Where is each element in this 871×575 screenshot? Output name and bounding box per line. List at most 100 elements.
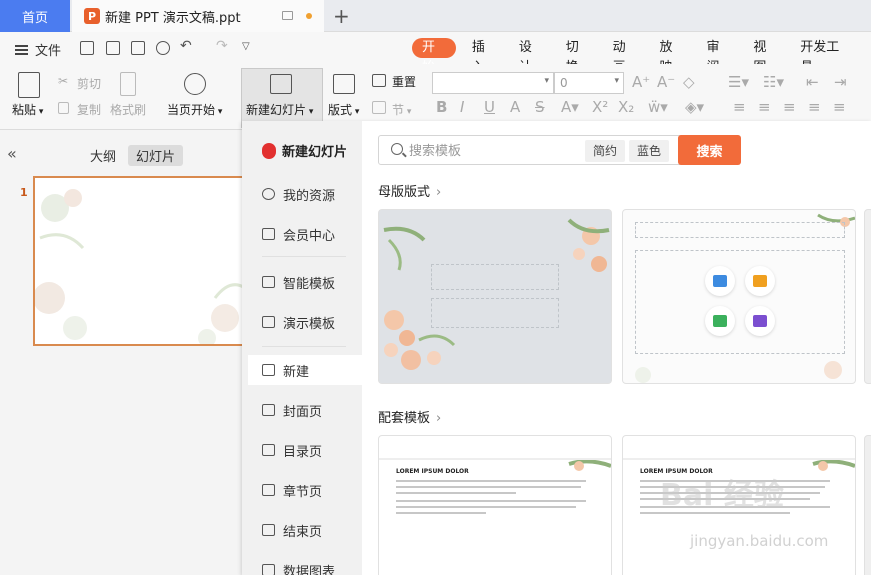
align-right-icon[interactable]: ≡ xyxy=(783,98,796,116)
underline-icon[interactable]: U xyxy=(484,98,495,116)
divider xyxy=(262,256,346,257)
category-new[interactable]: 新建 xyxy=(248,355,362,385)
filter-chip-simple[interactable]: 简约 xyxy=(585,140,626,162)
ribbon-tab-slideshow[interactable]: 放映 xyxy=(660,38,684,75)
category-label: 智能模板 xyxy=(283,276,336,292)
category-chapter[interactable]: 章节页 xyxy=(248,475,362,505)
layout-button[interactable]: 版式 xyxy=(328,101,359,118)
category-my-resources[interactable]: 我的资源 xyxy=(248,179,362,209)
category-toc[interactable]: 目录页 xyxy=(248,435,362,465)
layout-icon[interactable] xyxy=(333,74,355,94)
grow-font-icon[interactable]: A⁺ xyxy=(632,73,650,91)
font-color-icon[interactable]: A▾ xyxy=(561,98,579,116)
ribbon-tab-home[interactable]: 开始 xyxy=(412,38,456,75)
search-input[interactable] xyxy=(409,142,579,160)
align-left-icon[interactable]: ≡ xyxy=(733,98,746,116)
align-center-icon[interactable]: ≡ xyxy=(758,98,771,116)
undo-icon[interactable]: ↶ xyxy=(180,38,192,54)
play-from-current-icon[interactable] xyxy=(184,73,206,95)
format-painter-button[interactable]: 格式刷 xyxy=(110,101,146,118)
superscript-icon[interactable]: X² xyxy=(592,98,608,116)
section-master-layouts[interactable]: 母版版式 › xyxy=(378,181,441,200)
cut-button[interactable]: 剪切 xyxy=(77,75,101,92)
decrease-indent-icon[interactable]: ⇤ xyxy=(806,73,819,91)
category-label: 新建 xyxy=(283,364,310,380)
bold-icon[interactable]: B xyxy=(436,98,447,116)
format-painter-icon[interactable] xyxy=(120,72,136,96)
export-icon[interactable] xyxy=(106,41,120,55)
text-shadow-icon[interactable]: A xyxy=(510,98,520,116)
reset-button[interactable]: 重置 xyxy=(392,73,416,90)
ribbon-tab-animation[interactable]: 动画 xyxy=(613,38,637,75)
search-button[interactable]: 搜索 xyxy=(678,135,741,165)
section-button[interactable]: 节 xyxy=(392,101,411,118)
slide-thumbnail[interactable] xyxy=(33,176,245,346)
hamburger-icon xyxy=(15,44,28,55)
numbering-icon[interactable]: ☷▾ xyxy=(763,73,784,91)
print-preview-icon[interactable] xyxy=(156,41,170,55)
bullets-icon[interactable]: ☰▾ xyxy=(728,73,749,91)
ribbon-tab-review[interactable]: 审阅 xyxy=(706,38,730,75)
title-placeholder xyxy=(431,264,559,290)
monitor-icon[interactable] xyxy=(282,11,293,20)
print-icon[interactable] xyxy=(131,41,145,55)
tab-slides[interactable]: 幻灯片 xyxy=(128,145,184,166)
ribbon-tab-insert[interactable]: 插入 xyxy=(472,38,496,75)
copy-icon[interactable] xyxy=(58,102,69,114)
section-matching-templates[interactable]: 配套模板 › xyxy=(378,407,441,426)
document-title: 新建 PPT 演示文稿.ppt xyxy=(105,10,241,26)
ribbon-tab-design[interactable]: 设计 xyxy=(519,38,543,75)
italic-icon[interactable]: I xyxy=(460,98,464,116)
customize-qa-icon[interactable]: ▽ xyxy=(242,41,250,52)
font-size-value: 0 xyxy=(560,76,568,90)
distribute-icon[interactable]: ≡ xyxy=(833,98,846,116)
increase-indent-icon[interactable]: ⇥ xyxy=(834,73,847,91)
shrink-font-icon[interactable]: A⁻ xyxy=(657,73,675,91)
master-layout-card-3-partial[interactable] xyxy=(864,209,871,384)
justify-icon[interactable]: ≡ xyxy=(808,98,821,116)
file-menu-button[interactable]: 文件 xyxy=(15,40,61,59)
redo-icon[interactable]: ↷ xyxy=(216,38,228,54)
paste-button[interactable]: 粘贴 xyxy=(12,101,43,118)
master-layout-card-2[interactable] xyxy=(622,209,856,384)
cut-icon[interactable]: ✂ xyxy=(58,74,68,88)
matching-template-card-3-partial[interactable] xyxy=(864,435,871,575)
category-data-chart[interactable]: 数据图表 xyxy=(248,555,362,575)
wps-logo-icon xyxy=(262,142,276,159)
category-cover[interactable]: 封面页 xyxy=(248,395,362,425)
category-member-center[interactable]: 会员中心 xyxy=(248,219,362,249)
highlight-icon[interactable]: ◈▾ xyxy=(685,98,704,116)
category-label: 封面页 xyxy=(283,404,323,420)
category-demo-templates[interactable]: 演示模板 xyxy=(248,307,362,337)
divider xyxy=(262,346,346,347)
save-icon[interactable] xyxy=(80,41,94,55)
matching-template-card-1[interactable]: LOREM IPSUM DOLOR xyxy=(378,435,612,575)
ribbon-tab-view[interactable]: 视图 xyxy=(753,38,777,75)
category-end[interactable]: 结束页 xyxy=(248,515,362,545)
section-icon[interactable] xyxy=(372,101,386,114)
add-tab-button[interactable]: + xyxy=(333,4,350,28)
font-name-select[interactable]: ▾ xyxy=(432,72,554,94)
master-layout-card-1[interactable] xyxy=(378,209,612,384)
ribbon-tab-developer[interactable]: 开发工具 xyxy=(800,38,848,75)
chevron-right-icon: › xyxy=(436,185,442,200)
tab-outline[interactable]: 大纲 xyxy=(82,145,124,166)
strikethrough-icon[interactable]: S xyxy=(535,98,545,116)
new-slide-button[interactable]: 新建幻灯片 xyxy=(246,101,313,118)
text-line xyxy=(396,480,586,482)
filter-chip-blue[interactable]: 蓝色 xyxy=(629,140,670,162)
category-smart-templates[interactable]: 智能模板 xyxy=(248,267,362,297)
subscript-icon[interactable]: X₂ xyxy=(618,98,634,116)
new-slide-icon[interactable] xyxy=(270,74,292,94)
play-from-current-button[interactable]: 当页开始 xyxy=(167,101,222,118)
collapse-panel-icon[interactable]: « xyxy=(7,144,17,163)
font-size-select[interactable]: 0 ▾ xyxy=(554,72,624,94)
ribbon-tab-transition[interactable]: 切换 xyxy=(566,38,590,75)
reset-icon[interactable] xyxy=(372,74,386,87)
tab-home[interactable]: 首页 xyxy=(0,0,70,32)
phonetic-icon[interactable]: ẅ▾ xyxy=(648,98,668,116)
tab-document[interactable]: P 新建 PPT 演示文稿.ppt xyxy=(72,0,324,32)
copy-button[interactable]: 复制 xyxy=(77,101,101,118)
clear-format-icon[interactable]: ◇ xyxy=(683,73,695,91)
paste-icon[interactable] xyxy=(18,72,40,98)
